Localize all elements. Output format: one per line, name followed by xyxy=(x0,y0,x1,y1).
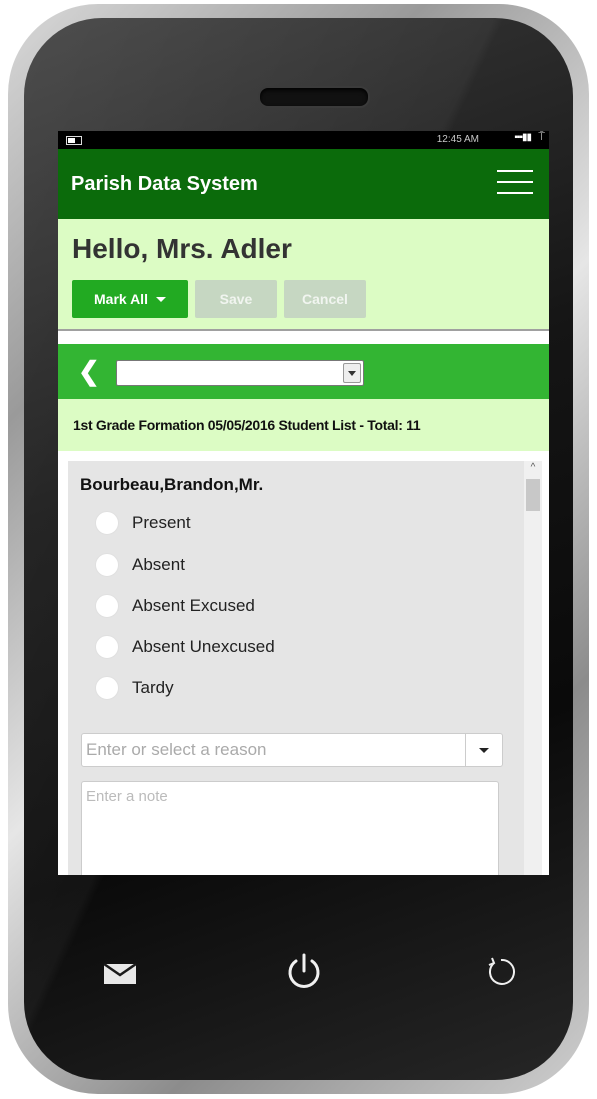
option-tardy[interactable]: Tardy xyxy=(95,676,174,700)
app-screen: 12:45 AM ▪▪▪▮▮ ⍑ Parish Data System Hell… xyxy=(58,131,549,875)
student-card: Bourbeau,Brandon,Mr. Present Absent Abse… xyxy=(68,461,524,875)
speaker-grille xyxy=(258,86,370,108)
reason-placeholder: Enter or select a reason xyxy=(86,740,267,759)
radio-button[interactable] xyxy=(95,511,119,535)
chevron-left-icon[interactable]: ❮ xyxy=(78,358,100,384)
mail-icon[interactable] xyxy=(103,963,137,985)
cancel-button[interactable]: Cancel xyxy=(284,280,366,318)
radio-button[interactable] xyxy=(95,635,119,659)
option-absent[interactable]: Absent xyxy=(95,553,185,577)
hamburger-line xyxy=(497,181,533,183)
scroll-thumb[interactable] xyxy=(526,479,540,511)
status-bar: 12:45 AM ▪▪▪▮▮ ⍑ xyxy=(58,131,549,149)
scrollbar[interactable]: ^ xyxy=(524,461,542,875)
greeting-panel: Hello, Mrs. Adler Mark All Save Cancel xyxy=(58,219,549,331)
option-present[interactable]: Present xyxy=(95,511,191,535)
option-label: Absent Excused xyxy=(132,596,255,615)
power-icon[interactable] xyxy=(284,951,324,991)
chevron-down-icon[interactable] xyxy=(343,363,361,383)
top-navbar: Parish Data System xyxy=(58,149,549,219)
greeting-title: Hello, Mrs. Adler xyxy=(72,233,292,264)
student-name: Bourbeau,Brandon,Mr. xyxy=(80,475,264,494)
dropdown-arrow-icon[interactable] xyxy=(465,734,502,766)
battery-icon xyxy=(66,136,82,145)
network-icon: ⍑ xyxy=(538,131,545,143)
status-time: 12:45 AM xyxy=(436,134,479,145)
save-button[interactable]: Save xyxy=(195,280,277,318)
student-list: Bourbeau,Brandon,Mr. Present Absent Abse… xyxy=(58,454,549,875)
mark-all-label: Mark All xyxy=(94,291,148,307)
radio-button[interactable] xyxy=(95,676,119,700)
note-textarea[interactable]: Enter a note xyxy=(81,781,499,875)
spacer xyxy=(58,331,549,344)
option-label: Tardy xyxy=(132,678,174,697)
hamburger-line xyxy=(497,192,533,194)
option-label: Absent Unexcused xyxy=(132,637,275,656)
scroll-up-icon[interactable]: ^ xyxy=(524,461,542,475)
option-label: Present xyxy=(132,513,191,532)
radio-button[interactable] xyxy=(95,553,119,577)
hamburger-line xyxy=(497,170,533,172)
class-select[interactable] xyxy=(116,360,364,386)
app-brand[interactable]: Parish Data System xyxy=(71,173,258,196)
option-label: Absent xyxy=(132,555,185,574)
mark-all-button[interactable]: Mark All xyxy=(72,280,188,318)
note-placeholder: Enter a note xyxy=(86,788,168,805)
class-info-bar: 1st Grade Formation 05/05/2016 Student L… xyxy=(58,399,549,451)
hamburger-icon[interactable] xyxy=(497,170,533,196)
class-info-text: 1st Grade Formation 05/05/2016 Student L… xyxy=(73,417,421,433)
reason-combobox[interactable]: Enter or select a reason xyxy=(81,733,503,767)
filter-bar: ❮ xyxy=(58,344,549,399)
option-absent-excused[interactable]: Absent Excused xyxy=(95,594,255,618)
signal-icon: ▪▪▪▮▮ xyxy=(514,132,532,143)
caret-down-icon xyxy=(155,296,166,302)
radio-button[interactable] xyxy=(95,594,119,618)
refresh-icon[interactable] xyxy=(484,955,518,989)
option-absent-unexcused[interactable]: Absent Unexcused xyxy=(95,635,275,659)
